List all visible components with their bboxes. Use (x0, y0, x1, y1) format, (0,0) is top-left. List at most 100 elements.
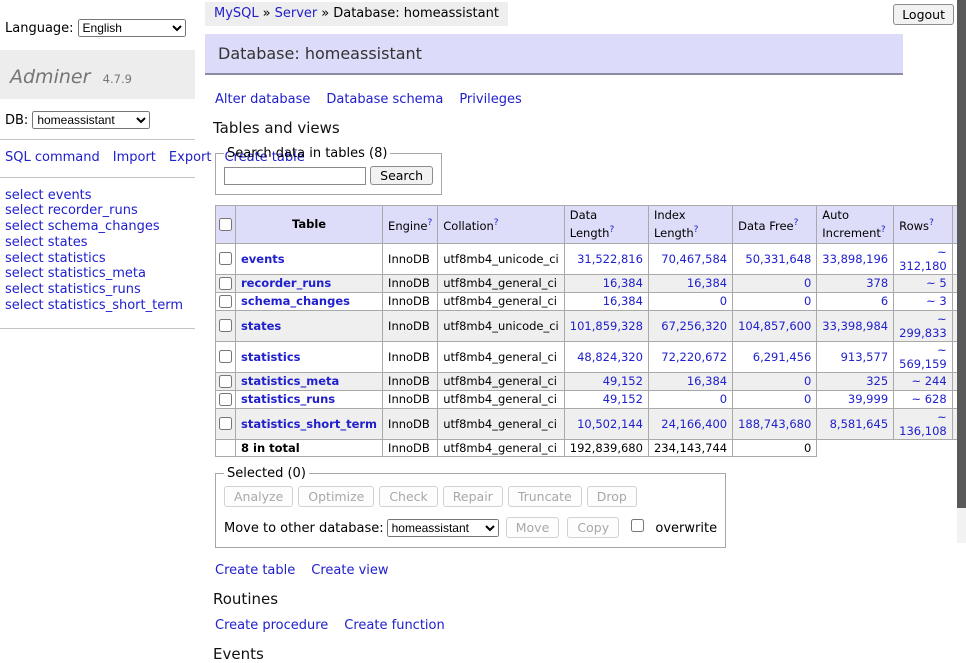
index-length-cell-link[interactable]: 16,384 (687, 374, 727, 388)
data-free-cell-link[interactable]: 0 (804, 276, 811, 290)
index-length-cell-link[interactable]: 72,220,672 (661, 350, 727, 364)
table-name-link[interactable]: statistics_meta (241, 374, 339, 388)
rows-cell-link[interactable]: ~ 312,180 (899, 245, 947, 273)
index-length-cell-link[interactable]: 24,166,400 (661, 417, 727, 431)
index-length-cell-link[interactable]: 70,467,584 (661, 252, 727, 266)
table-name-link[interactable]: events (241, 252, 285, 266)
rows-cell-link[interactable]: ~ 244 (911, 374, 946, 388)
auto-increment-cell-link[interactable]: 33,898,196 (822, 252, 888, 266)
create-link[interactable]: Create view (311, 563, 388, 578)
analyze-button[interactable]: Analyze (224, 486, 293, 507)
row-checkbox[interactable] (219, 350, 232, 363)
truncate-button[interactable]: Truncate (508, 486, 582, 507)
language-select[interactable]: English (78, 19, 186, 37)
sidebar-table-link[interactable]: select events (5, 188, 195, 204)
data-length-cell-link[interactable]: 49,152 (603, 392, 643, 406)
breadcrumb-link[interactable]: MySQL (214, 6, 259, 21)
copy-button[interactable]: Copy (567, 517, 619, 538)
select-all-checkbox[interactable] (219, 218, 232, 231)
index-length-cell-link[interactable]: 0 (720, 294, 727, 308)
column-help-link[interactable]: ? (694, 225, 699, 235)
overwrite-label[interactable]: overwrite (655, 521, 717, 536)
row-checkbox[interactable] (219, 375, 232, 388)
auto-increment-cell-link[interactable]: 39,999 (848, 392, 888, 406)
move-db-select[interactable]: homeassistant (387, 519, 499, 537)
row-checkbox[interactable] (219, 319, 232, 332)
rows-cell-link[interactable]: ~ 5 (926, 276, 947, 290)
index-length-cell-link[interactable]: 0 (720, 392, 727, 406)
row-checkbox[interactable] (219, 277, 232, 290)
data-free-cell-link[interactable]: 50,331,648 (745, 252, 811, 266)
data-free-cell-link[interactable]: 104,857,600 (738, 319, 811, 333)
rows-cell-link[interactable]: ~ 569,159 (899, 343, 947, 371)
logout-button[interactable]: Logout (893, 4, 954, 25)
data-free-cell-link[interactable]: 188,743,680 (738, 417, 811, 431)
auto-increment-cell-link[interactable]: 325 (866, 374, 888, 388)
db-nav-link[interactable]: Alter database (215, 92, 310, 107)
sidebar-table-link[interactable]: select statistics_runs (5, 282, 195, 298)
data-length-cell-link[interactable]: 48,824,320 (577, 350, 643, 364)
table-name-link[interactable]: statistics (241, 350, 301, 364)
move-button[interactable]: Move (506, 517, 560, 538)
data-length-cell-link[interactable]: 10,502,144 (577, 417, 643, 431)
table-name-link[interactable]: statistics_runs (241, 392, 335, 406)
sidebar-table-link[interactable]: select schema_changes (5, 219, 195, 235)
db-nav-link[interactable]: Privileges (459, 92, 522, 107)
scrollbar-track[interactable] (957, 0, 966, 543)
row-checkbox[interactable] (219, 417, 232, 430)
sidebar-table-link[interactable]: select statistics_meta (5, 266, 195, 282)
scrollbar-thumb[interactable] (957, 0, 966, 508)
data-free-cell-link[interactable]: 6,291,456 (753, 350, 812, 364)
routine-link[interactable]: Create function (344, 618, 444, 633)
search-input[interactable] (224, 167, 366, 185)
auto-increment-cell-link[interactable]: 913,577 (841, 350, 889, 364)
data-free-cell-link[interactable]: 0 (804, 374, 811, 388)
auto-increment-cell-link[interactable]: 378 (866, 276, 888, 290)
column-help-link[interactable]: ? (929, 218, 934, 228)
column-help-link[interactable]: ? (794, 218, 799, 228)
sidebar-table-link[interactable]: select states (5, 235, 195, 251)
sidebar-action-link[interactable]: Import (113, 150, 156, 165)
db-nav-link[interactable]: Database schema (326, 92, 443, 107)
row-checkbox[interactable] (219, 393, 232, 406)
overwrite-checkbox[interactable] (631, 519, 644, 532)
data-length-cell-link[interactable]: 16,384 (603, 294, 643, 308)
routine-link[interactable]: Create procedure (215, 618, 328, 633)
column-help-link[interactable]: ? (881, 225, 886, 235)
sidebar-table-link[interactable]: select statistics_short_term (5, 298, 195, 314)
breadcrumb-link[interactable]: Server (275, 6, 318, 21)
search-button[interactable]: Search (370, 166, 433, 185)
sidebar-table-link[interactable]: select recorder_runs (5, 203, 195, 219)
data-length-cell-link[interactable]: 101,859,328 (570, 319, 643, 333)
data-free-cell-link[interactable]: 0 (804, 294, 811, 308)
auto-increment-cell-link[interactable]: 33,398,984 (822, 319, 888, 333)
data-free-cell-link[interactable]: 0 (804, 392, 811, 406)
row-checkbox[interactable] (219, 252, 232, 265)
rows-cell-link[interactable]: ~ 3 (926, 294, 947, 308)
table-name-link[interactable]: recorder_runs (241, 276, 331, 290)
column-help-link[interactable]: ? (427, 218, 432, 228)
table-name-link[interactable]: states (241, 319, 281, 333)
create-link[interactable]: Create table (215, 563, 295, 578)
auto-increment-cell-link[interactable]: 6 (881, 294, 888, 308)
data-length-cell-link[interactable]: 31,522,816 (577, 252, 643, 266)
repair-button[interactable]: Repair (443, 486, 503, 507)
check-button[interactable]: Check (379, 486, 437, 507)
sidebar-action-link[interactable]: SQL command (5, 150, 100, 165)
db-select[interactable]: homeassistant (32, 111, 150, 129)
rows-cell-link[interactable]: ~ 299,833 (899, 312, 947, 340)
auto-increment-cell-link[interactable]: 8,581,645 (830, 417, 889, 431)
index-length-cell-link[interactable]: 16,384 (687, 276, 727, 290)
rows-cell-link[interactable]: ~ 628 (911, 392, 946, 406)
data-length-cell-link[interactable]: 49,152 (603, 374, 643, 388)
column-help-link[interactable]: ? (494, 218, 499, 228)
drop-button[interactable]: Drop (587, 486, 637, 507)
index-length-cell-link[interactable]: 67,256,320 (661, 319, 727, 333)
sidebar-table-link[interactable]: select statistics (5, 251, 195, 267)
table-name-link[interactable]: statistics_short_term (241, 417, 377, 431)
column-help-link[interactable]: ? (609, 225, 614, 235)
rows-cell-link[interactable]: ~ 136,108 (899, 410, 947, 438)
data-length-cell-link[interactable]: 16,384 (603, 276, 643, 290)
row-checkbox[interactable] (219, 295, 232, 308)
optimize-button[interactable]: Optimize (298, 486, 374, 507)
